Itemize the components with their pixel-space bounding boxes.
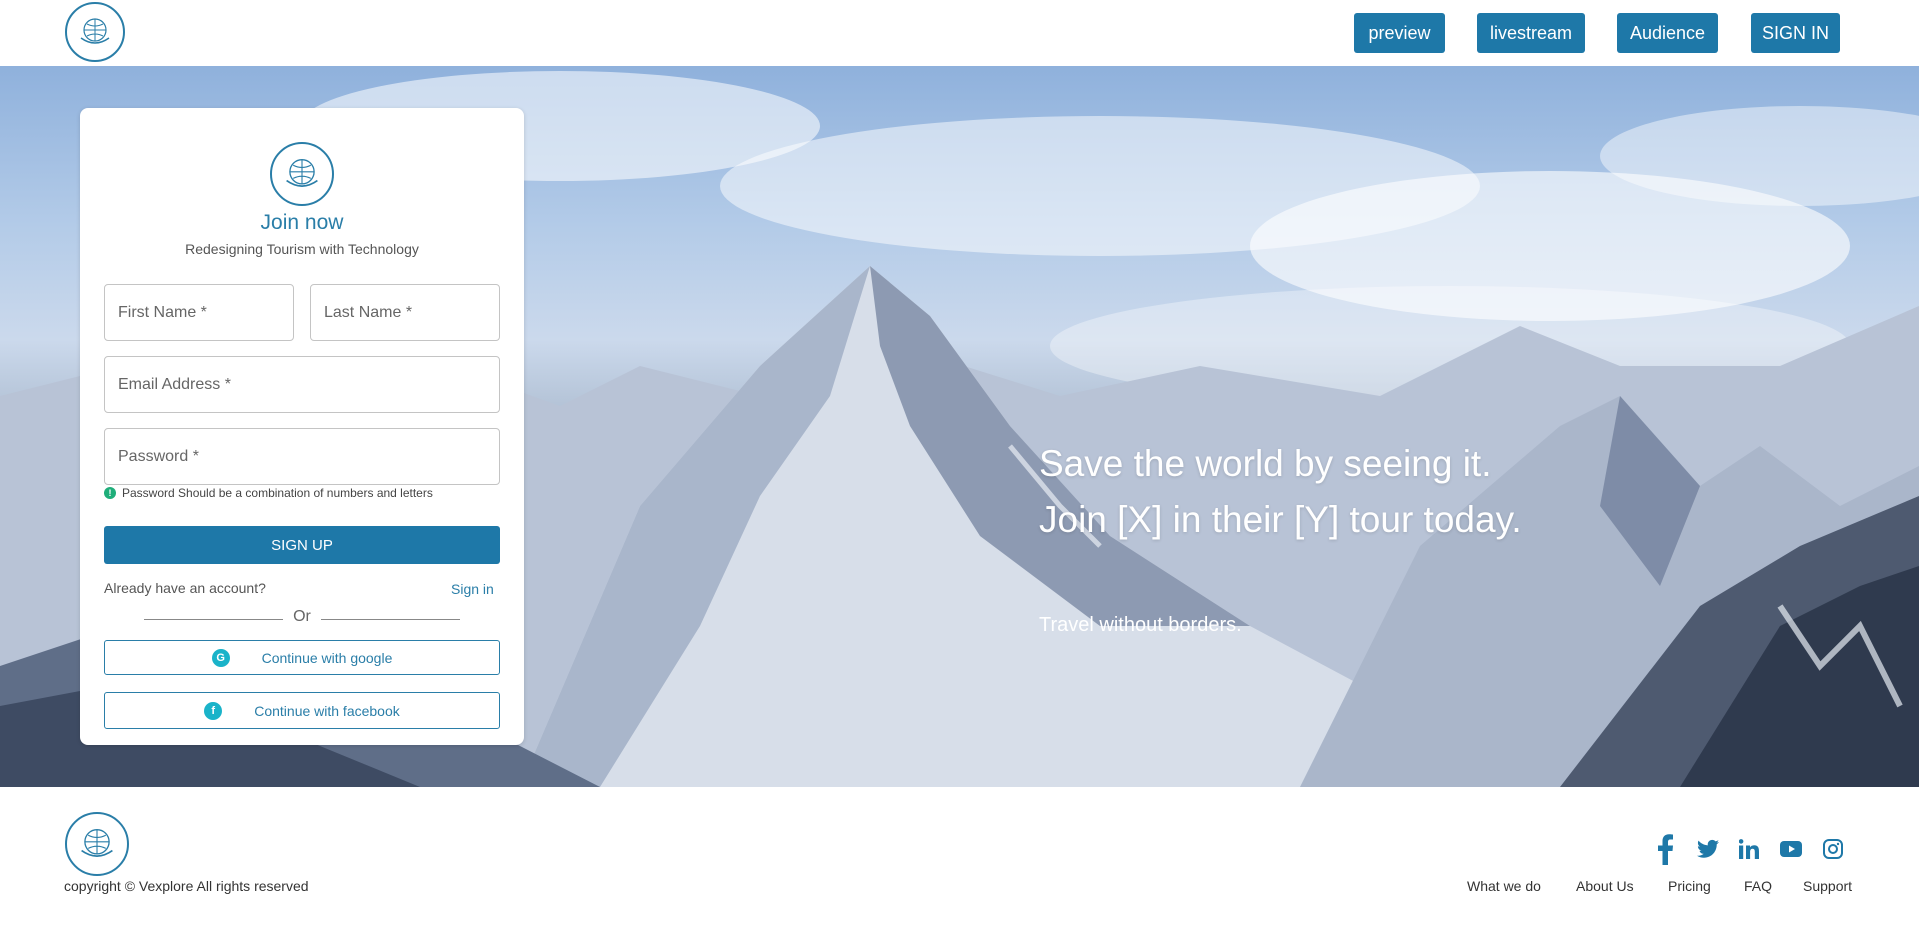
info-icon: ! [104,487,116,499]
signup-button[interactable]: SIGN UP [104,526,500,564]
linkedin-icon[interactable] [1738,838,1760,860]
nav-signin-button[interactable]: SIGN IN [1751,13,1840,53]
google-icon: G [211,648,230,667]
signup-subtitle: Redesigning Tourism with Technology [185,241,419,257]
or-separator: Or [293,608,311,625]
footer-link-pricing[interactable]: Pricing [1668,878,1711,894]
footer: copyright © Vexplore All rights reserved… [0,787,1919,934]
password-field[interactable] [104,428,500,485]
email-field[interactable] [104,356,500,413]
globe-logo-icon [270,142,334,206]
nav-livestream-button[interactable]: livestream [1477,13,1585,53]
footer-link-about-us[interactable]: About Us [1576,878,1634,894]
footer-link-support[interactable]: Support [1803,878,1852,894]
continue-google-button[interactable]: G Continue with google [104,640,500,675]
nav-audience-button[interactable]: Audience [1617,13,1718,53]
password-hint: ! Password Should be a combination of nu… [104,486,433,500]
globe-logo-icon[interactable] [65,812,129,876]
facebook-icon[interactable] [1654,832,1676,866]
footer-link-faq[interactable]: FAQ [1744,878,1772,894]
instagram-icon[interactable] [1822,838,1844,860]
hero-headline-line1: Save the world by seeing it. [1039,443,1492,484]
youtube-icon[interactable] [1780,840,1802,858]
last-name-field[interactable] [310,284,500,341]
continue-facebook-button[interactable]: f Continue with facebook [104,692,500,729]
signup-title: Join now [260,211,344,234]
signup-card: Join now Redesigning Tourism with Techno… [80,108,524,745]
twitter-icon[interactable] [1696,838,1720,860]
first-name-field[interactable] [104,284,294,341]
facebook-icon: f [204,701,223,720]
nav-preview-button[interactable]: preview [1354,13,1445,53]
hero-headline: Save the world by seeing it. Join [X] in… [1039,436,1522,548]
hero-tagline: Travel without borders. [1039,614,1242,636]
signin-link[interactable]: Sign in [451,581,494,597]
password-hint-text: Password Should be a combination of numb… [122,486,433,500]
facebook-button-label: Continue with facebook [254,702,400,719]
already-account-text: Already have an account? [104,580,266,596]
hero-headline-line2: Join [X] in their [Y] tour today. [1039,499,1522,540]
globe-logo-icon[interactable] [65,2,125,62]
top-navbar: preview livestream Audience SIGN IN [0,0,1919,66]
copyright-text: copyright © Vexplore All rights reserved [64,878,309,894]
google-button-label: Continue with google [261,649,393,666]
divider-right [321,619,460,620]
footer-link-what-we-do[interactable]: What we do [1467,878,1541,894]
